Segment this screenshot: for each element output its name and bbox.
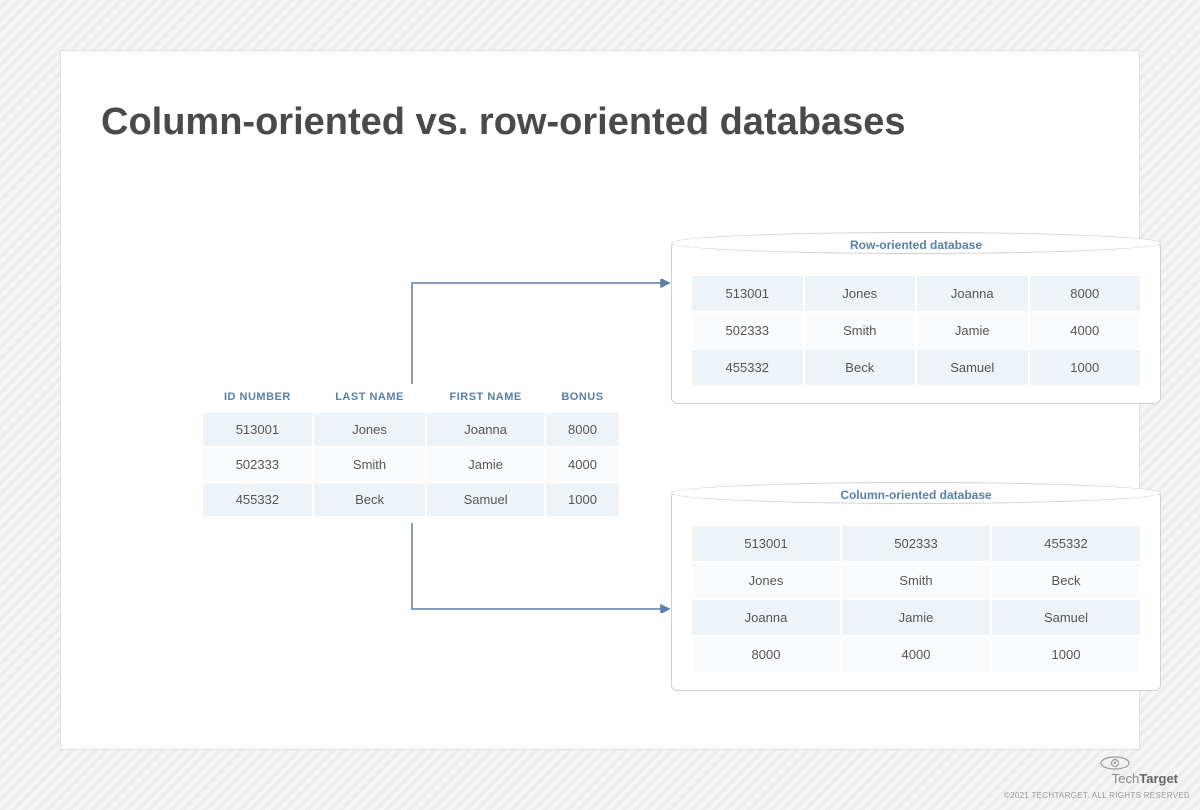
diagram-card: Column-oriented vs. row-oriented databas… bbox=[60, 50, 1140, 750]
column-oriented-db-cylinder: Column-oriented database 513001 502333 4… bbox=[671, 491, 1161, 691]
col-db-label: Column-oriented database bbox=[672, 488, 1160, 502]
copyright-text: ©2021 TECHTARGET. ALL RIGHTS RESERVED bbox=[1004, 791, 1190, 800]
table-row: 455332 Beck Samuel 1000 bbox=[203, 483, 619, 516]
arrow-to-col-db bbox=[411, 523, 671, 613]
row-db-label: Row-oriented database bbox=[672, 238, 1160, 252]
logo-bold: Target bbox=[1139, 771, 1178, 786]
logo-light: Tech bbox=[1112, 771, 1139, 786]
table-row: 502333 Smith Jamie 4000 bbox=[692, 313, 1140, 348]
table-row: 513001 Jones Joanna 8000 bbox=[692, 276, 1140, 311]
header-bonus: BONUS bbox=[546, 383, 619, 411]
table-row: 513001 Jones Joanna 8000 bbox=[203, 413, 619, 446]
header-lastname: LAST NAME bbox=[314, 383, 425, 411]
arrow-to-row-db bbox=[411, 279, 671, 384]
table-row: 8000 4000 1000 bbox=[692, 637, 1140, 672]
table-row: 455332 Beck Samuel 1000 bbox=[692, 350, 1140, 385]
header-id: ID NUMBER bbox=[203, 383, 312, 411]
diagram-title: Column-oriented vs. row-oriented databas… bbox=[101, 101, 1099, 144]
techtarget-eye-icon bbox=[1100, 756, 1130, 770]
header-firstname: FIRST NAME bbox=[427, 383, 544, 411]
table-row: Jones Smith Beck bbox=[692, 563, 1140, 598]
table-row: 502333 Smith Jamie 4000 bbox=[203, 448, 619, 481]
row-oriented-db-cylinder: Row-oriented database 513001 Jones Joann… bbox=[671, 241, 1161, 404]
source-table-header-row: ID NUMBER LAST NAME FIRST NAME BONUS bbox=[203, 383, 619, 411]
techtarget-logo: TechTarget bbox=[1112, 771, 1178, 786]
table-row: 513001 502333 455332 bbox=[692, 526, 1140, 561]
table-row: Joanna Jamie Samuel bbox=[692, 600, 1140, 635]
source-table: ID NUMBER LAST NAME FIRST NAME BONUS 513… bbox=[201, 381, 621, 518]
